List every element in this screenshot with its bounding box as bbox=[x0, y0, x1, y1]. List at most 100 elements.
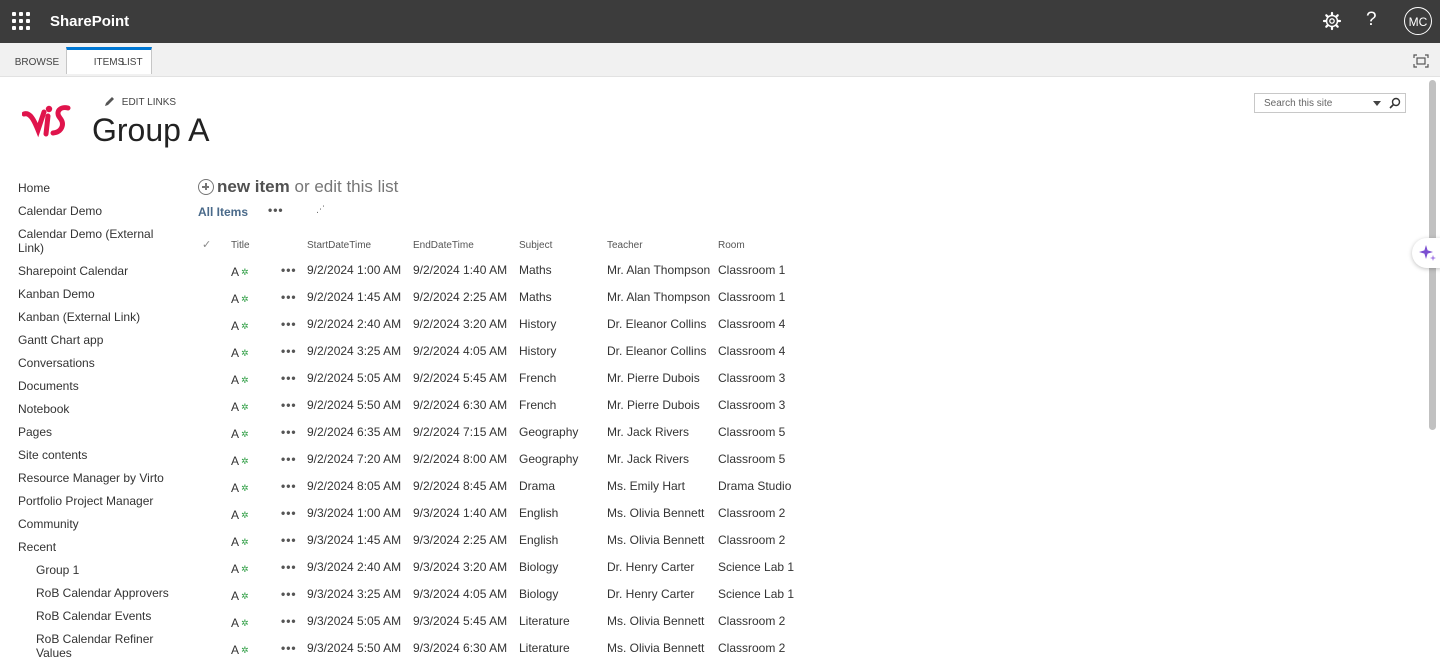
title-link[interactable]: A bbox=[231, 454, 239, 468]
item-menu-icon[interactable]: ••• bbox=[281, 587, 297, 601]
title-link[interactable]: A bbox=[231, 562, 239, 576]
view-all-items[interactable]: All Items bbox=[198, 205, 248, 219]
title-cell[interactable]: A ✲ bbox=[231, 373, 249, 387]
nav-item-calendar-demo-external[interactable]: Calendar Demo (External Link) bbox=[18, 227, 158, 255]
item-menu-icon[interactable]: ••• bbox=[281, 452, 297, 466]
item-menu-icon[interactable]: ••• bbox=[281, 263, 297, 277]
item-menu-icon[interactable]: ••• bbox=[281, 560, 297, 574]
column-header-teacher[interactable]: Teacher bbox=[607, 240, 643, 251]
title-link[interactable]: A bbox=[231, 346, 239, 360]
title-link[interactable]: A bbox=[231, 589, 239, 603]
table-row[interactable]: A ✲ ••• 9/2/2024 2:40 AM 9/2/2024 3:20 AM His… bbox=[0, 317, 900, 344]
item-menu-icon[interactable]: ••• bbox=[281, 398, 297, 412]
title-link[interactable]: A bbox=[231, 508, 239, 522]
site-logo[interactable] bbox=[22, 100, 72, 142]
item-menu-icon[interactable]: ••• bbox=[281, 614, 297, 628]
item-menu-icon[interactable]: ••• bbox=[281, 425, 297, 439]
app-name[interactable]: SharePoint bbox=[50, 13, 129, 30]
help-icon[interactable]: ? bbox=[1366, 9, 1377, 31]
avatar[interactable]: MC bbox=[1404, 7, 1432, 35]
add-circle-icon[interactable] bbox=[198, 179, 214, 195]
item-menu-icon[interactable]: ••• bbox=[281, 371, 297, 385]
column-header-subject[interactable]: Subject bbox=[519, 240, 552, 251]
title-link[interactable]: A bbox=[231, 319, 239, 333]
search-box[interactable]: Search this site bbox=[1254, 93, 1406, 113]
title-cell[interactable]: A ✲ bbox=[231, 292, 249, 306]
column-header-room[interactable]: Room bbox=[718, 240, 745, 251]
title-cell[interactable]: A ✲ bbox=[231, 643, 249, 657]
search-input[interactable]: Search this site bbox=[1264, 98, 1332, 109]
gear-icon[interactable] bbox=[1322, 11, 1342, 31]
chevron-down-icon[interactable] bbox=[1373, 101, 1381, 106]
title-cell[interactable]: A ✲ bbox=[231, 319, 249, 333]
item-menu-icon[interactable]: ••• bbox=[281, 290, 297, 304]
table-row[interactable]: A ✲ ••• 9/3/2024 1:00 AM 9/3/2024 1:40 AM Eng… bbox=[0, 506, 900, 533]
column-header-enddatetime[interactable]: EndDateTime bbox=[413, 240, 474, 251]
room-cell: Classroom 2 bbox=[718, 506, 786, 520]
title-cell[interactable]: A ✲ bbox=[231, 562, 249, 576]
title-cell[interactable]: A ✲ bbox=[231, 400, 249, 414]
title-cell[interactable]: A ✲ bbox=[231, 346, 249, 360]
table-row[interactable]: A ✲ ••• 9/3/2024 5:50 AM 9/3/2024 6:30 AM Lit… bbox=[0, 641, 900, 668]
table-row[interactable]: A ✲ ••• 9/2/2024 1:45 AM 9/2/2024 2:25 AM Mat… bbox=[0, 290, 900, 317]
table-row[interactable]: A ✲ ••• 9/3/2024 5:05 AM 9/3/2024 5:45 AM Lit… bbox=[0, 614, 900, 641]
title-link[interactable]: A bbox=[231, 265, 239, 279]
title-cell[interactable]: A ✲ bbox=[231, 454, 249, 468]
view-more-icon[interactable]: ••• bbox=[268, 203, 284, 217]
title-link[interactable]: A bbox=[231, 427, 239, 441]
subject-cell: Drama bbox=[519, 479, 556, 493]
edit-links-button[interactable]: EDIT LINKS bbox=[104, 96, 176, 108]
item-menu-icon[interactable]: ••• bbox=[281, 533, 297, 547]
teacher-cell: Ms. Emily Hart bbox=[607, 479, 685, 493]
title-link[interactable]: A bbox=[231, 292, 239, 306]
table-row[interactable]: A ✲ ••• 9/2/2024 8:05 AM 9/2/2024 8:45 AM Dra… bbox=[0, 479, 900, 506]
title-link[interactable]: A bbox=[231, 400, 239, 414]
nav-item-calendar-demo[interactable]: Calendar Demo bbox=[18, 204, 102, 218]
start-cell: 9/3/2024 3:25 AM bbox=[307, 587, 402, 601]
item-menu-icon[interactable]: ••• bbox=[281, 317, 297, 331]
title-link[interactable]: A bbox=[231, 643, 239, 657]
item-menu-icon[interactable]: ••• bbox=[281, 479, 297, 493]
item-menu-icon[interactable]: ••• bbox=[281, 344, 297, 358]
title-cell[interactable]: A ✲ bbox=[231, 589, 249, 603]
start-cell: 9/2/2024 5:05 AM bbox=[307, 371, 402, 385]
title-cell[interactable]: A ✲ bbox=[231, 427, 249, 441]
title-cell[interactable]: A ✲ bbox=[231, 265, 249, 279]
select-all-checkmark-icon[interactable]: ✓ bbox=[202, 238, 211, 251]
title-link[interactable]: A bbox=[231, 616, 239, 630]
title-cell[interactable]: A ✲ bbox=[231, 535, 249, 549]
table-row[interactable]: A ✲ ••• 9/3/2024 3:25 AM 9/3/2024 4:05 AM Bio… bbox=[0, 587, 900, 614]
item-menu-icon[interactable]: ••• bbox=[281, 506, 297, 520]
column-header-startdatetime[interactable]: StartDateTime bbox=[307, 240, 371, 251]
table-row[interactable]: A ✲ ••• 9/2/2024 1:00 AM 9/2/2024 1:40 AM Mat… bbox=[0, 263, 900, 290]
table-row[interactable]: A ✲ ••• 9/2/2024 6:35 AM 9/2/2024 7:15 AM Geo… bbox=[0, 425, 900, 452]
table-row[interactable]: A ✲ ••• 9/2/2024 3:25 AM 9/2/2024 4:05 AM His… bbox=[0, 344, 900, 371]
new-item-link[interactable]: new item bbox=[217, 177, 290, 196]
end-cell: 9/3/2024 1:40 AM bbox=[413, 506, 508, 520]
nav-item-home[interactable]: Home bbox=[18, 181, 50, 195]
table-row[interactable]: A ✲ ••• 9/2/2024 5:50 AM 9/2/2024 6:30 AM Fre… bbox=[0, 398, 900, 425]
table-row[interactable]: A ✲ ••• 9/3/2024 1:45 AM 9/3/2024 2:25 AM Eng… bbox=[0, 533, 900, 560]
title-link[interactable]: A bbox=[231, 373, 239, 387]
title-cell[interactable]: A ✲ bbox=[231, 481, 249, 495]
search-icon[interactable] bbox=[1389, 97, 1401, 109]
column-header-title[interactable]: Title bbox=[231, 240, 250, 251]
table-row[interactable]: A ✲ ••• 9/2/2024 5:05 AM 9/2/2024 5:45 AM Fre… bbox=[0, 371, 900, 398]
title-link[interactable]: A bbox=[231, 481, 239, 495]
room-cell: Science Lab 1 bbox=[718, 587, 795, 601]
tab-browse[interactable]: BROWSE bbox=[8, 48, 66, 76]
page-title[interactable]: Group A bbox=[92, 112, 209, 149]
focus-mode-icon[interactable] bbox=[1413, 54, 1429, 68]
scrollbar[interactable] bbox=[1426, 78, 1440, 666]
new-item-command[interactable]: new item or edit this list bbox=[198, 177, 398, 197]
edit-list-link[interactable]: or edit this list bbox=[294, 177, 398, 196]
title-cell[interactable]: A ✲ bbox=[231, 616, 249, 630]
title-cell[interactable]: A ✲ bbox=[231, 508, 249, 522]
table-row[interactable]: A ✲ ••• 9/3/2024 2:40 AM 9/3/2024 3:20 AM Bio… bbox=[0, 560, 900, 587]
copilot-button[interactable] bbox=[1412, 238, 1440, 268]
table-row[interactable]: A ✲ ••• 9/2/2024 7:20 AM 9/2/2024 8:00 AM Geo… bbox=[0, 452, 900, 479]
app-launcher-icon[interactable] bbox=[12, 12, 30, 30]
title-link[interactable]: A bbox=[231, 535, 239, 549]
item-menu-icon[interactable]: ••• bbox=[281, 641, 297, 655]
tab-list[interactable]: LIST bbox=[112, 48, 152, 76]
